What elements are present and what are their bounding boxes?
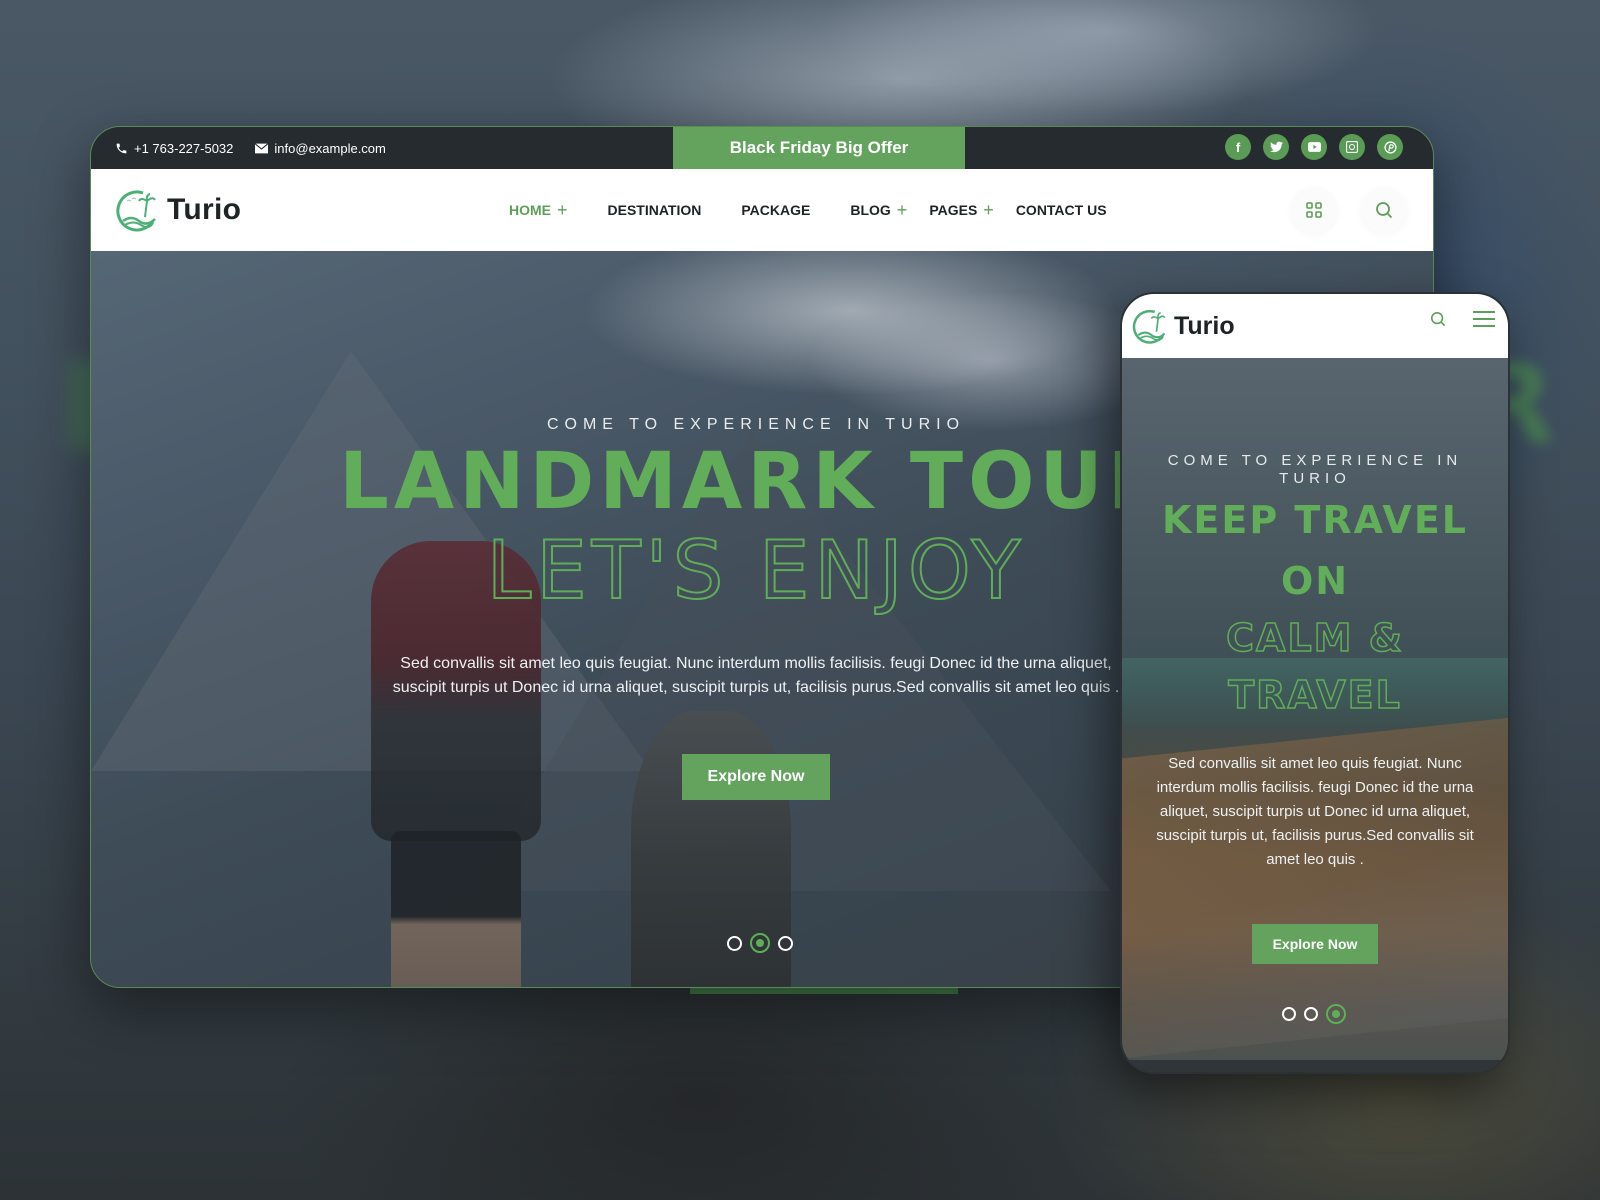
explore-now-button[interactable]: Explore Now (681, 754, 831, 800)
navbar-actions (1291, 187, 1407, 233)
nav-item-label: BLOG (850, 202, 891, 218)
logo-text: Turio (1174, 311, 1235, 340)
plus-icon: + (896, 199, 908, 220)
hero-description: Sed convallis sit amet leo quis feugiat.… (392, 655, 1120, 696)
logo-text: Turio (167, 193, 242, 226)
mobile-hero-content: COME TO EXPERIENCE IN TURIO KEEP TRAVEL … (1122, 452, 1508, 964)
search-icon (1430, 311, 1446, 327)
slider-dot-active[interactable] (750, 933, 770, 953)
mobile-hero-title-line: KEEP TRAVEL (1161, 498, 1469, 542)
mobile-site-logo[interactable]: Turio (1130, 307, 1235, 345)
email-address: info@example.com (274, 140, 386, 156)
primary-nav: HOME + DESTINATION PACKAGE BLOG + PAGES … (509, 169, 1147, 251)
nav-item-pages[interactable]: PAGES + (929, 200, 994, 221)
nav-item-blog[interactable]: BLOG + (850, 200, 907, 221)
search-button[interactable] (1361, 187, 1407, 233)
site-logo[interactable]: Turio (113, 187, 241, 233)
grid-icon (1306, 202, 1322, 218)
slider-pagination (727, 933, 793, 953)
nav-item-contact-us[interactable]: CONTACT US (1016, 202, 1107, 218)
mobile-header: Turio (1122, 294, 1508, 358)
plus-icon: + (557, 199, 568, 220)
youtube-icon[interactable] (1301, 134, 1327, 160)
black-friday-offer-banner[interactable]: Black Friday Big Offer (673, 127, 965, 169)
mobile-bottom-edge (1122, 1060, 1508, 1072)
mobile-explore-now-button[interactable]: Explore Now (1251, 924, 1379, 964)
contact-info: +1 763-227-5032 info@example.com (115, 141, 386, 156)
mobile-header-actions (1430, 310, 1496, 331)
mobile-search-button[interactable] (1430, 311, 1446, 330)
turio-logo-icon (1132, 309, 1166, 344)
grid-menu-button[interactable] (1291, 187, 1337, 233)
phone-icon (116, 143, 127, 153)
twitter-icon[interactable] (1263, 134, 1289, 160)
slider-dot-active[interactable] (1326, 1004, 1346, 1024)
nav-item-home[interactable]: HOME + (509, 200, 568, 221)
phone-number: +1 763-227-5032 (134, 140, 234, 156)
turio-logo-icon (116, 190, 156, 232)
mobile-hero-description: Sed convallis sit amet leo quis feugiat.… (1156, 755, 1474, 868)
nav-item-label: PAGES (929, 202, 978, 218)
slider-dot[interactable] (778, 935, 793, 951)
plus-icon: + (983, 199, 994, 220)
nav-item-label: HOME (509, 202, 551, 218)
slider-dot[interactable] (727, 935, 742, 951)
background-accent-bar (690, 988, 958, 994)
nav-item-package[interactable]: PACKAGE (741, 202, 810, 218)
nav-item-label: PACKAGE (741, 202, 811, 218)
mobile-hero-slider: COME TO EXPERIENCE IN TURIO KEEP TRAVEL … (1122, 358, 1508, 1072)
facebook-icon[interactable]: f (1225, 134, 1251, 160)
phone-link[interactable]: +1 763-227-5032 (115, 141, 233, 156)
email-link[interactable]: info@example.com (255, 140, 386, 156)
nav-item-label: DESTINATION (607, 202, 702, 218)
mobile-mockup: Turio COME TO EXPERIENCE IN TURIO KEEP T… (1120, 292, 1510, 1074)
mobile-hero-title-outline-line: TRAVEL (1227, 672, 1402, 718)
mail-icon (255, 142, 269, 153)
slider-dot[interactable] (1304, 1007, 1318, 1021)
hamburger-menu-icon (1473, 311, 1495, 327)
social-links: f (1225, 134, 1403, 160)
nav-item-destination[interactable]: DESTINATION (608, 202, 702, 218)
top-bar: +1 763-227-5032 info@example.com Black F… (91, 127, 1433, 169)
search-icon (1376, 202, 1393, 219)
hero-bg-hiker-legs (391, 831, 521, 987)
mobile-hero-title-line: ON (1280, 559, 1350, 603)
main-navbar: Turio HOME + DESTINATION PACKAGE BLOG + … (91, 169, 1433, 251)
slider-dot[interactable] (1282, 1007, 1296, 1021)
whatsapp-icon[interactable] (1339, 134, 1365, 160)
mobile-hero-subtitle: COME TO EXPERIENCE IN TURIO (1167, 452, 1463, 487)
nav-item-label: CONTACT US (1015, 202, 1107, 218)
mobile-hero-title-outline-line: CALM & (1225, 615, 1404, 661)
pinterest-icon[interactable] (1377, 134, 1403, 160)
hamburger-menu-button[interactable] (1472, 310, 1496, 331)
mobile-slider-pagination (1282, 1004, 1346, 1024)
